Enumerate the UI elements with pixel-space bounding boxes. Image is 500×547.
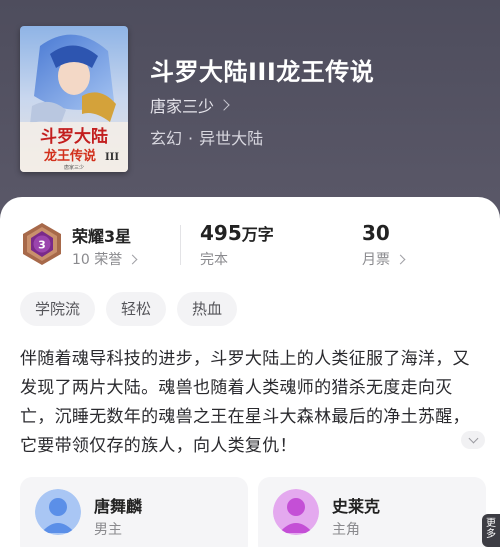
- tag-chip[interactable]: 轻松: [106, 292, 167, 326]
- monthly-votes-label: 月票: [362, 252, 390, 268]
- character-name: 史莱克: [332, 497, 381, 516]
- character-card[interactable]: 唐舞麟 男主: [20, 477, 248, 547]
- cover-title-line1: 斗罗大陆: [40, 126, 108, 147]
- completion-status: 完本: [200, 252, 228, 268]
- monthly-votes-value: 30: [362, 221, 390, 245]
- stats-divider: [180, 225, 181, 265]
- honor-badge-icon: 3: [23, 223, 61, 265]
- character-card[interactable]: 史莱克 主角: [258, 477, 486, 547]
- stats-row: 3 荣耀3星 10 荣誉 495万字 完本 30 月票: [0, 197, 500, 287]
- character-name: 唐舞麟: [94, 497, 143, 516]
- word-count-value: 495: [200, 221, 242, 245]
- word-count: 495万字: [200, 221, 274, 245]
- genre-secondary[interactable]: 异世大陆: [199, 129, 263, 148]
- author-name: 唐家三少: [150, 97, 215, 116]
- genre-row: 玄幻 · 异世大陆: [150, 125, 263, 149]
- chevron-right-icon: [127, 254, 138, 264]
- tag-list: 学院流 轻松 热血: [20, 292, 238, 326]
- tag-chip[interactable]: 学院流: [20, 292, 96, 326]
- more-side-tab[interactable]: 更多: [482, 514, 500, 547]
- tag-chip[interactable]: 热血: [177, 292, 238, 326]
- monthly-votes-link[interactable]: 月票: [362, 249, 406, 269]
- honor-badge-level: 3: [38, 239, 46, 252]
- cover-title-roman: III: [105, 152, 119, 163]
- book-cover-art: 斗罗大陆 龙王传说 III 唐家三少: [20, 26, 128, 172]
- cover-title-line2: 龙王传说: [44, 148, 96, 164]
- book-cover[interactable]: 斗罗大陆 龙王传说 III 唐家三少: [20, 26, 128, 172]
- character-role: 男主: [94, 522, 122, 538]
- honor-points: 10 荣誉: [72, 252, 123, 268]
- expand-synopsis-button[interactable]: [461, 431, 485, 449]
- avatar: [273, 489, 319, 535]
- honor-title: 荣耀3星: [72, 227, 132, 246]
- chevron-down-icon: [468, 433, 478, 443]
- cover-author: 唐家三少: [64, 164, 84, 171]
- book-header: 斗罗大陆 龙王传说 III 唐家三少 斗罗大陆III龙王传说 唐家三少 玄幻 · 异…: [0, 0, 500, 215]
- character-role: 主角: [332, 522, 360, 538]
- genre-separator: ·: [188, 129, 194, 148]
- honor-link[interactable]: 10 荣誉: [72, 249, 138, 269]
- book-title: 斗罗大陆III龙王传说: [150, 58, 375, 86]
- genre-primary[interactable]: 玄幻: [150, 129, 182, 148]
- chevron-right-icon: [395, 254, 406, 264]
- avatar: [35, 489, 81, 535]
- book-detail-card: 3 荣耀3星 10 荣誉 495万字 完本 30 月票 学院流 轻松 热血 伴随…: [0, 197, 500, 547]
- author-link[interactable]: 唐家三少: [150, 93, 230, 117]
- chevron-right-icon: [218, 99, 230, 111]
- word-count-unit: 万字: [241, 225, 274, 244]
- synopsis-text: 伴随着魂导科技的进步，斗罗大陆上的人类征服了海洋，又发现了两片大陆。魂兽也随着人…: [20, 349, 470, 456]
